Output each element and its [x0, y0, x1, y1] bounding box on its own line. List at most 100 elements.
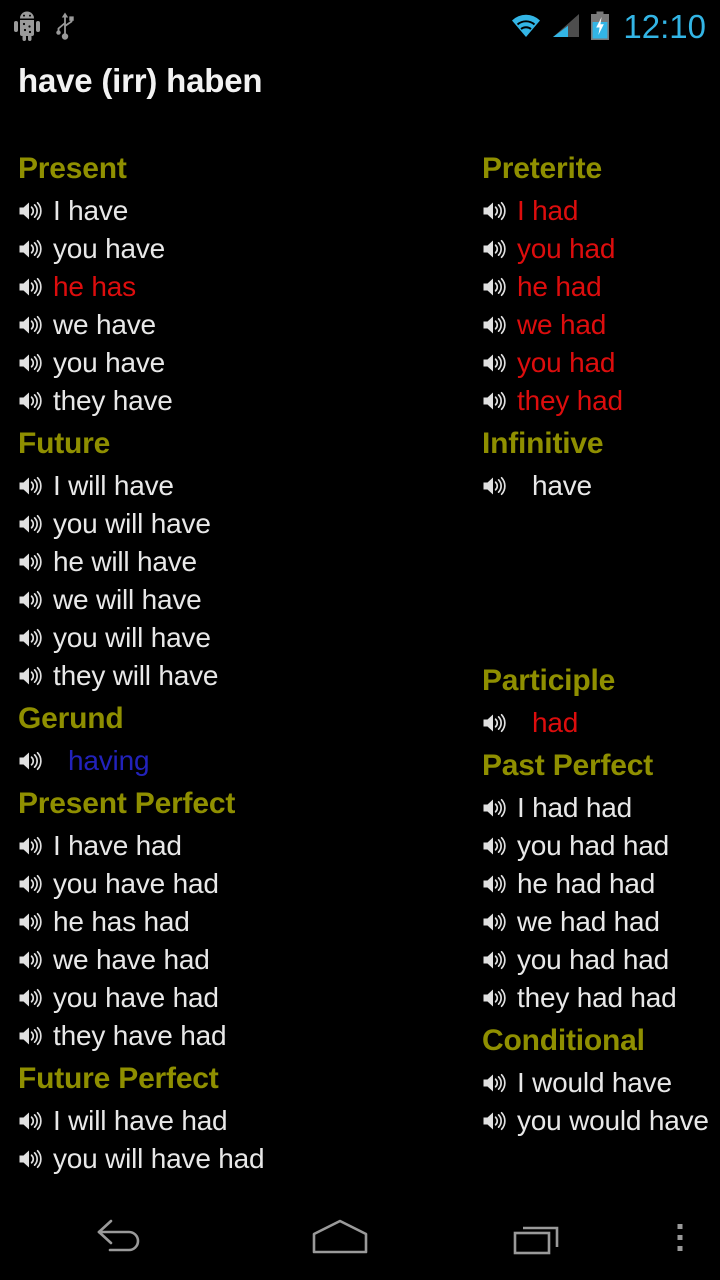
- conjugation-row[interactable]: had: [482, 704, 720, 742]
- conjugation-row[interactable]: we have had: [18, 941, 498, 979]
- conjugation-row[interactable]: I have: [18, 192, 498, 230]
- conjugation-row[interactable]: you have had: [18, 865, 498, 903]
- conjugation-row[interactable]: he had: [482, 268, 720, 306]
- speaker-icon[interactable]: [482, 871, 508, 897]
- conjugation-row[interactable]: you have: [18, 344, 498, 382]
- conjugation-text: he has had: [53, 906, 190, 937]
- conjugation-row[interactable]: you had: [482, 344, 720, 382]
- conjugation-row[interactable]: he has: [18, 268, 498, 306]
- conjugation-text: you have: [53, 233, 166, 264]
- speaker-icon[interactable]: [18, 1146, 44, 1172]
- speaker-icon[interactable]: [482, 1108, 508, 1134]
- speaker-icon[interactable]: [18, 587, 44, 613]
- conjugation-row[interactable]: he has had: [18, 903, 498, 941]
- speaker-icon[interactable]: [18, 473, 44, 499]
- speaker-icon[interactable]: [482, 947, 508, 973]
- android-debug-icon: [14, 11, 40, 41]
- conjugation-content: Present I have you have he has we have you ha…: [0, 145, 720, 1196]
- speaker-icon[interactable]: [18, 388, 44, 414]
- speaker-icon[interactable]: [482, 909, 508, 935]
- conjugation-row[interactable]: you had had: [482, 941, 720, 979]
- speaker-icon[interactable]: [18, 511, 44, 537]
- speaker-icon[interactable]: [18, 663, 44, 689]
- speaker-icon[interactable]: [482, 795, 508, 821]
- speaker-icon[interactable]: [18, 312, 44, 338]
- conjugation-text: I will have: [53, 470, 174, 501]
- speaker-icon[interactable]: [18, 1023, 44, 1049]
- tense-section: Preterite I had you had he had we had you had…: [482, 145, 720, 420]
- speaker-icon[interactable]: [18, 909, 44, 935]
- speaker-icon[interactable]: [482, 1070, 508, 1096]
- speaker-icon[interactable]: [18, 274, 44, 300]
- conjugation-row[interactable]: they had: [482, 382, 720, 420]
- speaker-icon[interactable]: [18, 871, 44, 897]
- conjugation-row[interactable]: we will have: [18, 581, 498, 619]
- conjugation-row[interactable]: you had: [482, 230, 720, 268]
- conjugation-row[interactable]: I had: [482, 192, 720, 230]
- tense-heading: Present: [18, 152, 127, 185]
- speaker-icon[interactable]: [482, 473, 508, 499]
- conjugation-row[interactable]: having: [18, 742, 498, 780]
- speaker-icon[interactable]: [18, 748, 44, 774]
- conjugation-text: they had had: [517, 982, 677, 1013]
- speaker-icon[interactable]: [482, 710, 508, 736]
- usb-icon: [56, 12, 74, 40]
- tense-section: Past Perfect I had had you had had he had h…: [482, 742, 720, 1017]
- conjugation-row[interactable]: you will have: [18, 505, 498, 543]
- conjugation-row[interactable]: I will have had: [18, 1102, 498, 1140]
- recent-apps-button[interactable]: [440, 1196, 640, 1280]
- conjugation-row[interactable]: they have: [18, 382, 498, 420]
- speaker-icon[interactable]: [482, 198, 508, 224]
- home-button[interactable]: [240, 1196, 440, 1280]
- conjugation-row[interactable]: you would have: [482, 1102, 720, 1140]
- conjugation-row[interactable]: they have had: [18, 1017, 498, 1055]
- recent-apps-icon: [513, 1226, 559, 1255]
- speaker-icon[interactable]: [18, 1108, 44, 1134]
- speaker-icon[interactable]: [18, 833, 44, 859]
- right-column: Preterite I had you had he had we had you had…: [482, 145, 720, 1140]
- back-button[interactable]: [0, 1196, 240, 1280]
- speaker-icon[interactable]: [482, 236, 508, 262]
- conjugation-row[interactable]: they had had: [482, 979, 720, 1017]
- conjugation-row[interactable]: we have: [18, 306, 498, 344]
- conjugation-row[interactable]: we had had: [482, 903, 720, 941]
- tense-section: Future Perfect I will have had you will ha…: [18, 1055, 498, 1178]
- speaker-icon[interactable]: [482, 388, 508, 414]
- conjugation-row[interactable]: they will have: [18, 657, 498, 695]
- conjugation-row[interactable]: you will have: [18, 619, 498, 657]
- conjugation-text: I have: [53, 195, 129, 226]
- conjugation-text: we had: [517, 309, 607, 340]
- conjugation-row[interactable]: he will have: [18, 543, 498, 581]
- conjugation-row[interactable]: you will have had: [18, 1140, 498, 1178]
- conjugation-row[interactable]: you have: [18, 230, 498, 268]
- conjugation-text: he has: [53, 271, 136, 302]
- speaker-icon[interactable]: [18, 236, 44, 262]
- speaker-icon[interactable]: [482, 274, 508, 300]
- overflow-menu-button[interactable]: [640, 1196, 720, 1280]
- conjugation-row[interactable]: I would have: [482, 1064, 720, 1102]
- tense-section: Participle had: [482, 657, 720, 742]
- conjugation-row[interactable]: we had: [482, 306, 720, 344]
- conjugation-row[interactable]: have: [482, 467, 720, 505]
- conjugation-row[interactable]: I will have: [18, 467, 498, 505]
- speaker-icon[interactable]: [18, 985, 44, 1011]
- speaker-icon[interactable]: [482, 985, 508, 1011]
- speaker-icon[interactable]: [482, 833, 508, 859]
- speaker-icon[interactable]: [482, 350, 508, 376]
- conjugation-row[interactable]: I had had: [482, 789, 720, 827]
- speaker-icon[interactable]: [18, 625, 44, 651]
- speaker-icon[interactable]: [18, 549, 44, 575]
- speaker-icon[interactable]: [18, 198, 44, 224]
- speaker-icon[interactable]: [18, 947, 44, 973]
- conjugation-row[interactable]: he had had: [482, 865, 720, 903]
- speaker-icon[interactable]: [482, 312, 508, 338]
- status-bar-clock: 12:10: [623, 7, 706, 45]
- tense-heading: Past Perfect: [482, 749, 654, 782]
- tense-heading: Future Perfect: [18, 1062, 219, 1095]
- conjugation-row[interactable]: you have had: [18, 979, 498, 1017]
- status-bar-right-icons: 12:10: [510, 10, 720, 43]
- tense-heading: Present Perfect: [18, 787, 236, 820]
- conjugation-row[interactable]: I have had: [18, 827, 498, 865]
- speaker-icon[interactable]: [18, 350, 44, 376]
- conjugation-row[interactable]: you had had: [482, 827, 720, 865]
